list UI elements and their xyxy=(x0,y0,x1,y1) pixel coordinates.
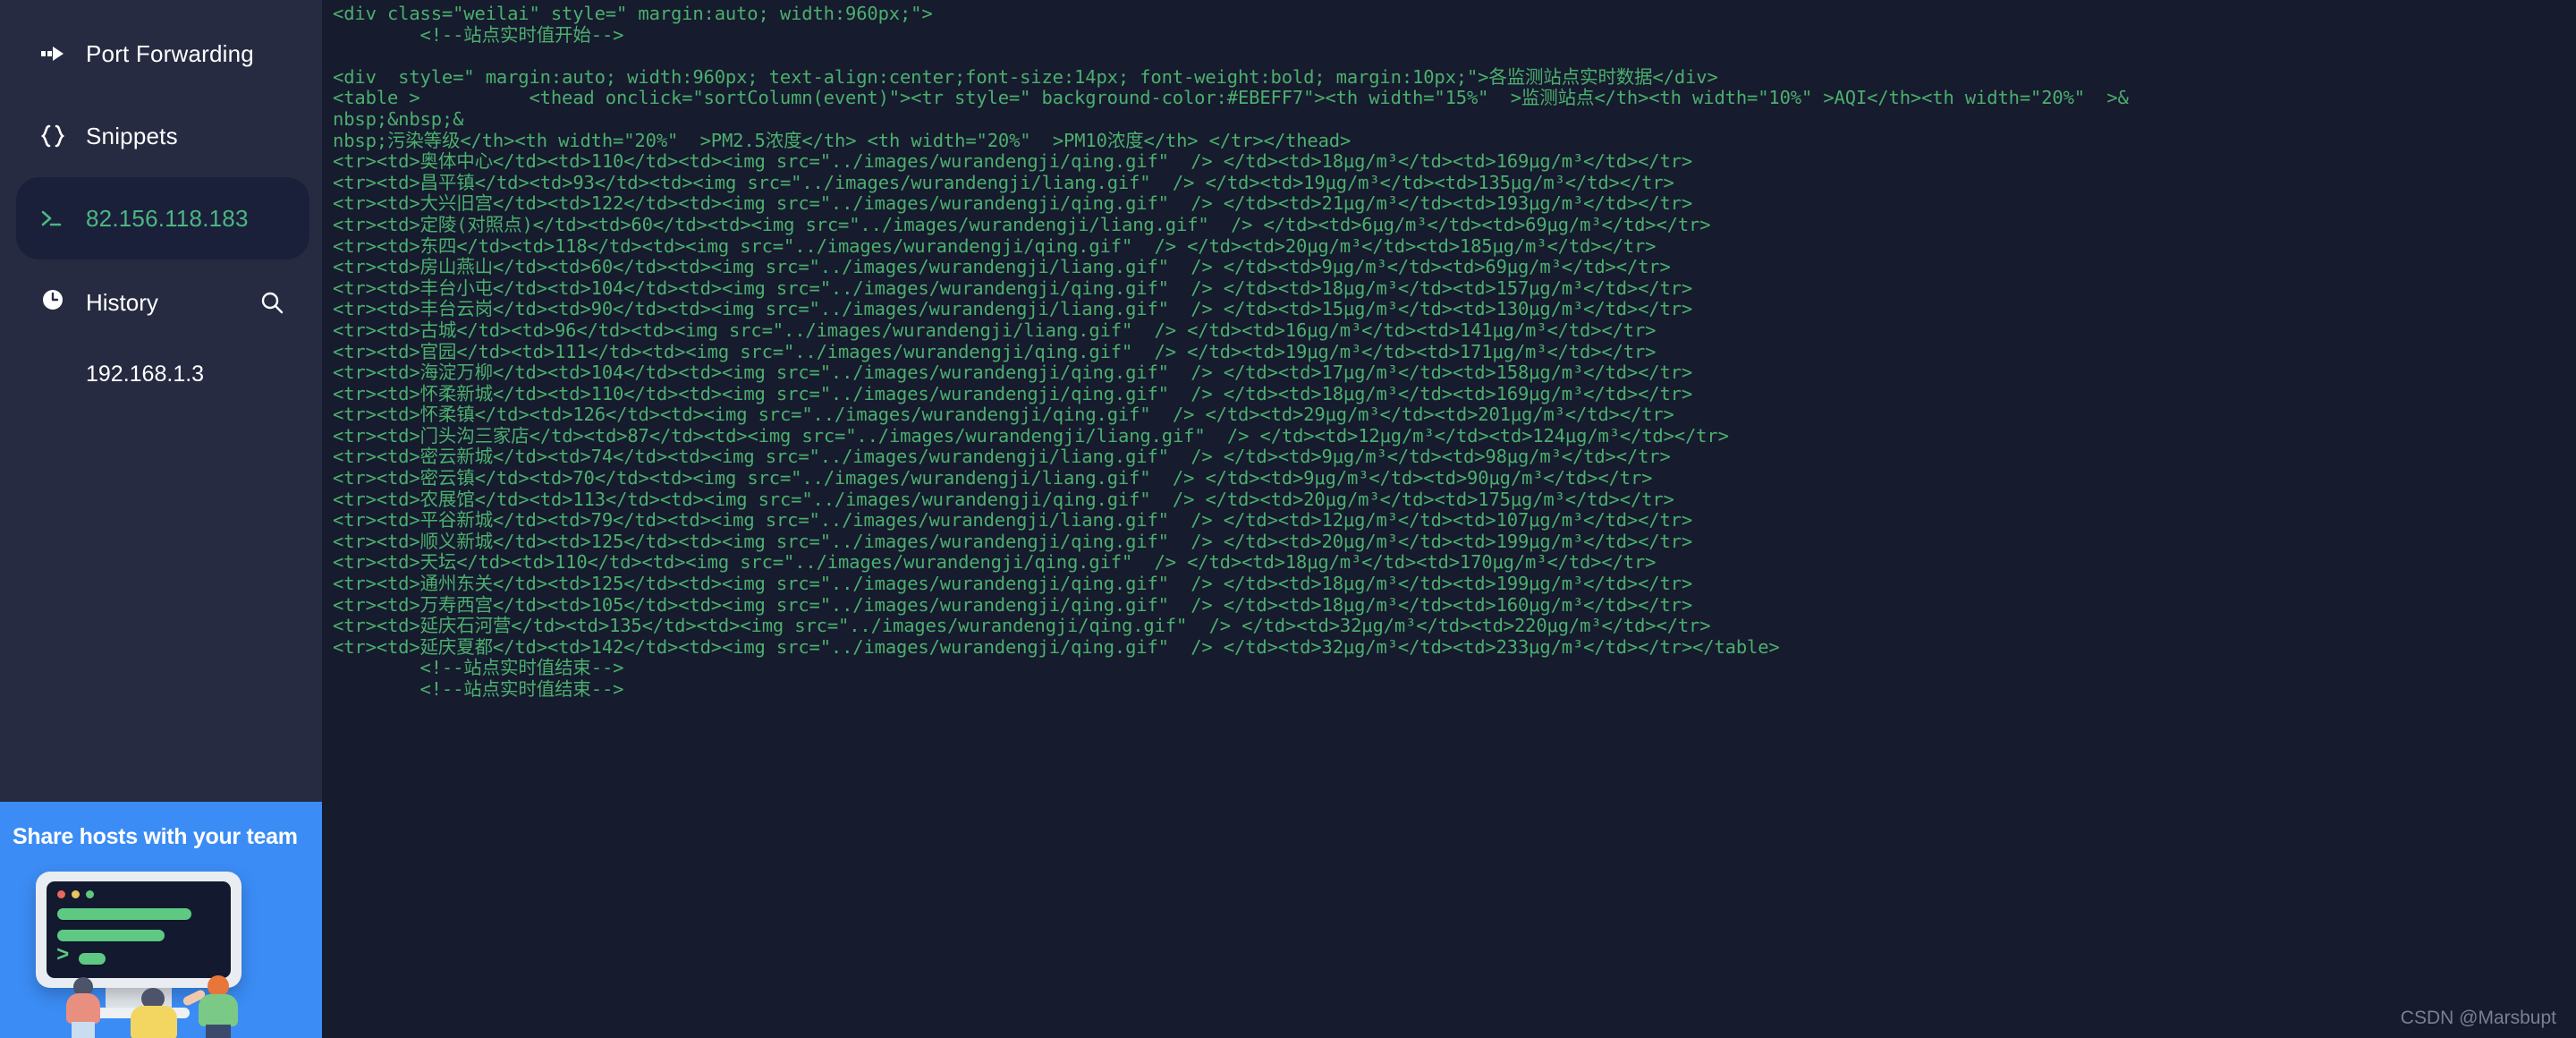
history-item-label: 192.168.1.3 xyxy=(86,361,205,387)
window-dot-green xyxy=(86,890,94,898)
sidebar-item-active-host[interactable]: 82.156.118.183 xyxy=(16,177,309,260)
terminal-line: <tr><td>昌平镇</td><td>93</td><td><img src=… xyxy=(333,171,1674,193)
promo-title: Share hosts with your team xyxy=(13,824,298,849)
history-label: History xyxy=(86,288,158,316)
terminal-line: <tr><td>天坛</td><td>110</td><td><img src=… xyxy=(333,551,1657,574)
terminal-line: <tr><td>官园</td><td>111</td><td><img src=… xyxy=(333,340,1657,362)
promo-illustration: > xyxy=(36,872,286,1038)
terminal-line: <tr><td>延庆夏都</td><td>142</td><td><img sr… xyxy=(333,635,1780,658)
terminal-line: <tr><td>万寿西宫</td><td>105</td><td><img sr… xyxy=(333,593,1693,616)
terminal-line: <tr><td>奥体中心</td><td>110</td><td><img sr… xyxy=(333,150,1693,173)
terminal-line: <tr><td>顺义新城</td><td>125</td><td><img sr… xyxy=(333,530,1693,552)
terminal-line: <tr><td>古城</td><td>96</td><td><img src="… xyxy=(333,319,1657,341)
terminal-line: <table > <thead onclick="sortColumn(even… xyxy=(333,87,2129,109)
person-body xyxy=(199,994,238,1026)
monitor-screen: > xyxy=(47,881,231,978)
terminal-pane[interactable]: <div class="weilai" style=" margin:auto;… xyxy=(322,0,2576,1038)
person-body xyxy=(131,1006,177,1038)
terminal-line: nbsp;&nbsp;& xyxy=(333,107,464,130)
prompt-arrow-icon: > xyxy=(56,944,70,968)
history-item[interactable]: 192.168.1.3 xyxy=(0,345,322,403)
sidebar-item-label: Port Forwarding xyxy=(86,39,254,67)
terminal-line: <div class="weilai" style=" margin:auto;… xyxy=(333,3,933,24)
person-legs xyxy=(206,1025,231,1038)
person-legs xyxy=(72,1022,95,1038)
terminal-line: <!--站点实时值开始--> xyxy=(333,23,624,46)
sidebar: Port Forwarding Snippets 82.156.118.183 … xyxy=(0,0,322,1038)
watermark: CSDN @Marsbupt xyxy=(2400,1008,2556,1028)
person-figure xyxy=(182,975,243,1038)
terminal-line: <tr><td>门头沟三家店</td><td>87</td><td><img s… xyxy=(333,424,1729,447)
sidebar-section-history[interactable]: History xyxy=(0,260,322,345)
terminal-line: <!--站点实时值结束--> xyxy=(333,678,624,700)
port-forwarding-icon xyxy=(39,43,79,64)
terminal-line: <tr><td>怀柔新城</td><td>110</td><td><img sr… xyxy=(333,382,1693,404)
window-dot-yellow xyxy=(72,890,80,898)
sidebar-item-port-forwarding[interactable]: Port Forwarding xyxy=(0,13,322,95)
code-bar xyxy=(79,953,106,965)
clock-icon xyxy=(39,286,79,319)
search-icon[interactable] xyxy=(256,286,288,319)
terminal-line: <tr><td>密云镇</td><td>70</td><td><img src=… xyxy=(333,467,1653,489)
terminal-output: <div class="weilai" style=" margin:auto;… xyxy=(333,3,2576,701)
app-root: Port Forwarding Snippets 82.156.118.183 … xyxy=(0,0,2576,1038)
braces-icon xyxy=(39,124,79,148)
sidebar-item-snippets[interactable]: Snippets xyxy=(0,95,322,177)
terminal-line: <tr><td>密云新城</td><td>74</td><td><img src… xyxy=(333,446,1671,468)
code-bar xyxy=(57,908,191,920)
terminal-line: <tr><td>延庆石河营</td><td>135</td><td><img s… xyxy=(333,615,1711,637)
promo-card[interactable]: Share hosts with your team > xyxy=(0,802,322,1038)
terminal-line: <div style=" margin:auto; width:960px; t… xyxy=(333,65,1718,88)
terminal-line: <tr><td>怀柔镇</td><td>126</td><td><img src… xyxy=(333,404,1674,426)
sidebar-nav-list: Port Forwarding Snippets 82.156.118.183 … xyxy=(0,0,322,403)
terminal-line: <!--站点实时值结束--> xyxy=(333,657,624,679)
terminal-line: <tr><td>丰台云岗</td><td>90</td><td><img src… xyxy=(333,298,1693,320)
terminal-line: <tr><td>通州东关</td><td>125</td><td><img sr… xyxy=(333,573,1693,595)
terminal-line: <tr><td>平谷新城</td><td>79</td><td><img src… xyxy=(333,509,1693,532)
person-figure xyxy=(129,988,179,1038)
terminal-line: <tr><td>海淀万柳</td><td>104</td><td><img sr… xyxy=(333,362,1693,384)
person-figure xyxy=(63,977,104,1038)
terminal-line: nbsp;污染等级</th><th width="20%" >PM2.5浓度</… xyxy=(333,129,1352,151)
terminal-line: <tr><td>东四</td><td>118</td><td><img src=… xyxy=(333,234,1657,257)
window-dot-red xyxy=(57,890,65,898)
monitor-frame: > xyxy=(36,872,242,988)
code-bar xyxy=(57,930,165,941)
terminal-line: <tr><td>农展馆</td><td>113</td><td><img src… xyxy=(333,488,1674,510)
terminal-line: <tr><td>丰台小屯</td><td>104</td><td><img sr… xyxy=(333,277,1693,299)
terminal-line: <tr><td>房山燕山</td><td>60</td><td><img src… xyxy=(333,256,1671,278)
sidebar-item-label: Snippets xyxy=(86,122,178,149)
person-body xyxy=(66,993,100,1024)
terminal-line: <tr><td>大兴旧宫</td><td>122</td><td><img sr… xyxy=(333,192,1693,215)
terminal-prompt-icon xyxy=(39,208,79,229)
terminal-line: <tr><td>定陵(对照点)</td><td>60</td><td><img … xyxy=(333,213,1711,235)
active-host-label: 82.156.118.183 xyxy=(86,204,249,232)
